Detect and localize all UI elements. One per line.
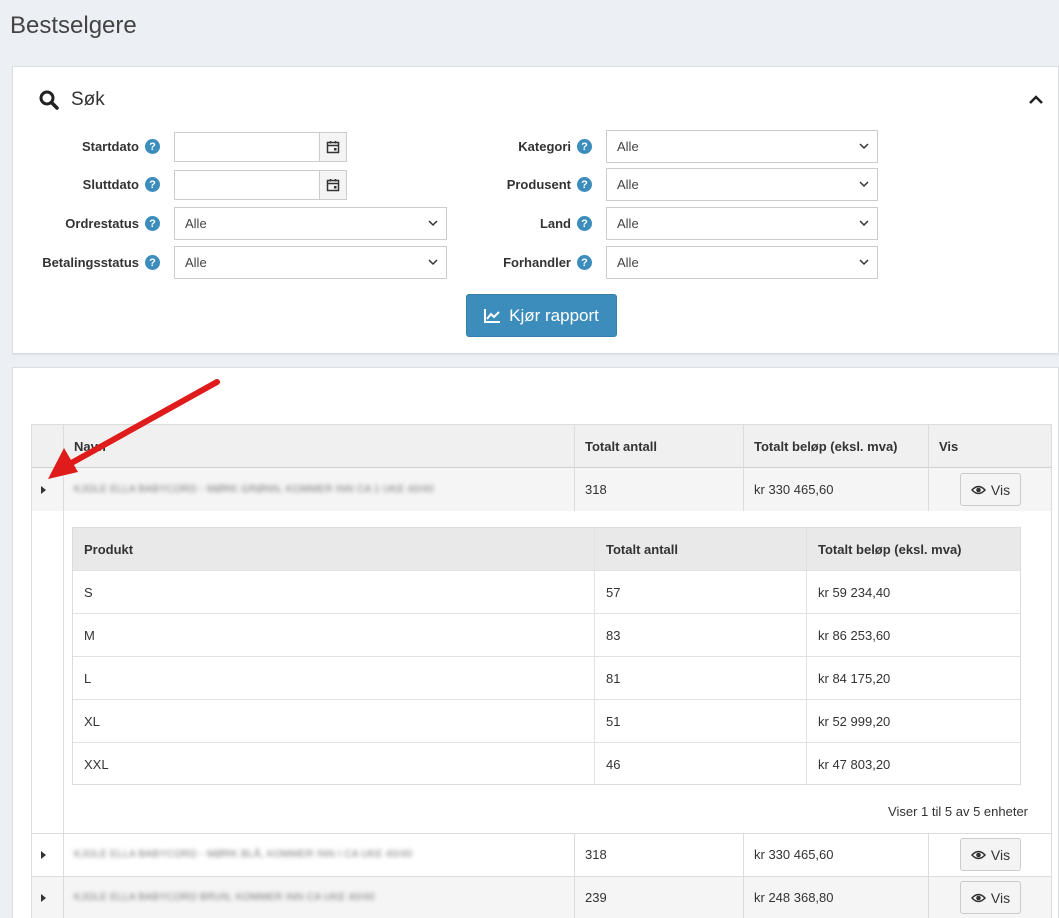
expand-row-toggle[interactable]	[41, 833, 46, 876]
detail-row: M 83 kr 86 253,60	[73, 613, 1020, 656]
view-button[interactable]: Vis	[960, 881, 1021, 914]
product-name: KJOLE ELLA BABYCORD - MØRK BLÅ, KOMMER I…	[74, 849, 413, 860]
detail-row: XL 51 kr 52 999,20	[73, 699, 1020, 742]
chevron-down-icon	[859, 259, 869, 266]
row-qty: 239	[585, 890, 607, 905]
help-icon[interactable]: ?	[577, 255, 592, 270]
product-name: KJOLE ELLA BABYCORD BRUN, KOMMER INN CA …	[74, 892, 375, 903]
expand-row-toggle[interactable]	[41, 876, 46, 918]
results-table-header	[31, 424, 1052, 468]
land-label: Land ?	[453, 216, 592, 231]
help-icon[interactable]: ?	[577, 177, 592, 192]
column-header-name[interactable]: Navn	[74, 424, 106, 468]
land-row: Land ? Alle	[453, 207, 878, 240]
search-header: Søk	[39, 89, 105, 111]
results-panel: Navn Totalt antall Totalt beløp (eksl. m…	[12, 367, 1059, 918]
kategori-label: Kategori ?	[453, 139, 592, 154]
help-icon[interactable]: ?	[145, 177, 160, 192]
column-header-qty[interactable]: Totalt antall	[585, 424, 657, 468]
pagination-info: Viser 1 til 5 av 5 enheter	[888, 804, 1028, 819]
produsent-row: Produsent ? Alle	[453, 168, 878, 201]
chevron-up-icon[interactable]	[1028, 93, 1044, 105]
ordrestatus-label: Ordrestatus ?	[13, 216, 160, 231]
caret-right-icon	[41, 893, 46, 902]
startdato-input[interactable]	[174, 131, 319, 162]
detail-row: XXL 46 kr 47 803,20	[73, 742, 1020, 785]
ordrestatus-select[interactable]: Alle	[174, 207, 447, 240]
land-select[interactable]: Alle	[606, 207, 878, 240]
forhandler-select[interactable]: Alle	[606, 246, 878, 279]
betalingsstatus-row: Betalingsstatus ? Alle	[13, 246, 447, 279]
search-panel: Søk Startdato ? Sluttdato ? Ordrestatus …	[12, 66, 1059, 354]
betalingsstatus-select[interactable]: Alle	[174, 246, 447, 279]
help-icon[interactable]: ?	[145, 139, 160, 154]
detail-header-product[interactable]: Produkt	[84, 528, 133, 570]
help-icon[interactable]: ?	[145, 255, 160, 270]
view-button[interactable]: Vis	[960, 473, 1021, 506]
calendar-icon[interactable]	[319, 169, 347, 200]
produsent-label: Produsent ?	[453, 177, 592, 192]
eye-icon	[970, 893, 986, 902]
caret-right-icon	[41, 485, 46, 494]
detail-row: S 57 kr 59 234,40	[73, 570, 1020, 613]
calendar-icon[interactable]	[319, 131, 347, 162]
help-icon[interactable]: ?	[577, 216, 592, 231]
search-icon	[39, 90, 59, 110]
forhandler-row: Forhandler ? Alle	[453, 246, 878, 279]
produsent-select[interactable]: Alle	[606, 168, 878, 201]
page-title: Bestselgere	[10, 12, 137, 39]
run-report-button[interactable]: Kjør rapport	[466, 294, 617, 337]
row-qty: 318	[585, 482, 607, 497]
kategori-row: Kategori ? Alle	[453, 130, 878, 163]
help-icon[interactable]: ?	[145, 216, 160, 231]
ordrestatus-row: Ordrestatus ? Alle	[13, 207, 447, 240]
detail-header-amount[interactable]: Totalt beløp (eksl. mva)	[818, 528, 962, 570]
detail-header-qty[interactable]: Totalt antall	[606, 528, 678, 570]
row-amount: kr 330 465,60	[754, 482, 834, 497]
chevron-down-icon	[859, 220, 869, 227]
eye-icon	[970, 850, 986, 859]
column-header-view: Vis	[939, 438, 959, 454]
startdato-row: Startdato ?	[13, 130, 347, 163]
column-header-amount[interactable]: Totalt beløp (eksl. mva)	[754, 424, 898, 468]
row-amount: kr 330 465,60	[754, 847, 834, 862]
kategori-select[interactable]: Alle	[606, 130, 878, 163]
product-name: KJOLE ELLA BABYCORD - MØRK GRØNN, KOMMER…	[74, 484, 435, 495]
search-title: Søk	[71, 89, 105, 110]
detail-table: Produkt Totalt antall Totalt beløp (eksl…	[72, 527, 1021, 785]
chevron-down-icon	[428, 220, 438, 227]
chevron-down-icon	[428, 259, 438, 266]
eye-icon	[970, 485, 986, 494]
detail-row: L 81 kr 84 175,20	[73, 656, 1020, 699]
sluttdato-row: Sluttdato ?	[13, 168, 347, 201]
help-icon[interactable]: ?	[577, 139, 592, 154]
betalingsstatus-label: Betalingsstatus ?	[13, 255, 160, 270]
row-qty: 318	[585, 847, 607, 862]
caret-right-icon	[41, 850, 46, 859]
expand-row-toggle[interactable]	[41, 468, 46, 511]
sluttdato-label: Sluttdato ?	[13, 177, 160, 192]
chevron-down-icon	[859, 143, 869, 150]
line-chart-icon	[484, 308, 501, 323]
view-button[interactable]: Vis	[960, 838, 1021, 871]
sluttdato-input[interactable]	[174, 169, 319, 200]
row-amount: kr 248 368,80	[754, 890, 834, 905]
chevron-down-icon	[859, 181, 869, 188]
forhandler-label: Forhandler ?	[453, 255, 592, 270]
startdato-label: Startdato ?	[13, 139, 160, 154]
